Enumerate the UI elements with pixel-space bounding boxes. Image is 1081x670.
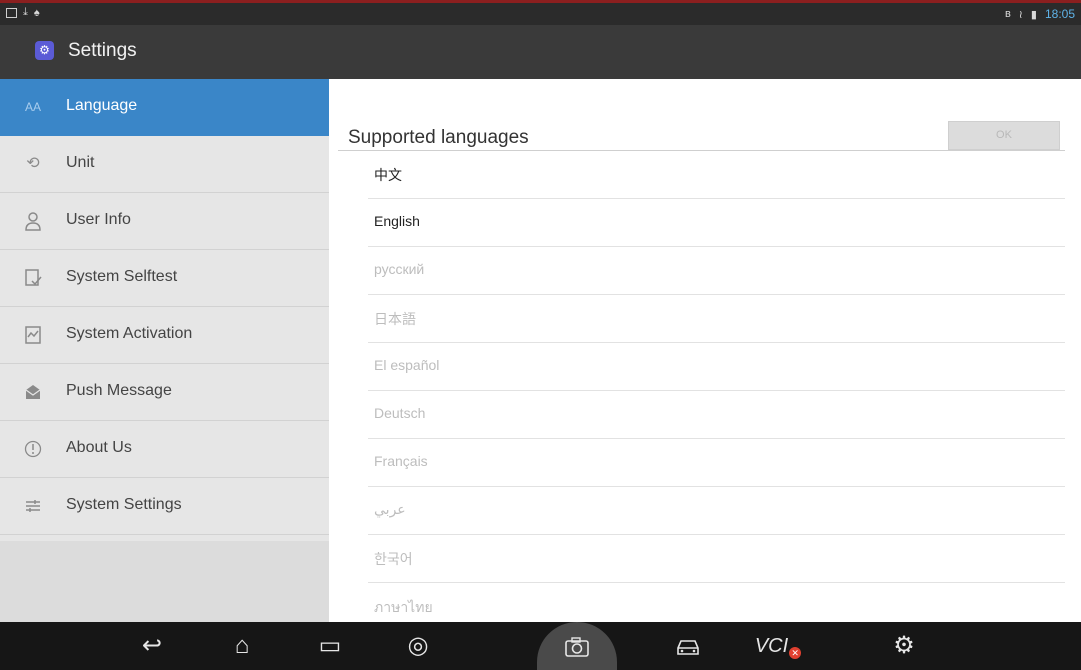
- bluetooth-icon: ʙ: [1004, 8, 1011, 20]
- activation-icon: [22, 325, 44, 345]
- vci-label: VCI: [754, 635, 789, 657]
- language-panel: Supported languages OK 中文 English русски…: [329, 79, 1081, 622]
- sidebar: AA Language ⟲ Unit User Info System Self…: [0, 79, 329, 622]
- selftest-icon: [22, 268, 44, 288]
- selftest-icon-svg: [25, 269, 42, 286]
- settings-gear-icon[interactable]: ⚙: [35, 41, 54, 60]
- user-icon: [22, 211, 44, 231]
- language-option-english[interactable]: English: [368, 199, 1065, 247]
- settings-icon[interactable]: ⚙: [880, 622, 928, 670]
- panel-title: Supported languages: [348, 127, 529, 148]
- language-label: El español: [374, 357, 440, 373]
- bottom-navigation-bar: ↩ ⌂ ▭ ◎ VCI ✕ ⚙: [0, 622, 1081, 670]
- language-option-spanish[interactable]: El español: [368, 343, 1065, 391]
- language-option-arabic[interactable]: عربي: [368, 487, 1065, 535]
- activation-icon-svg: [25, 326, 41, 344]
- language-option-russian[interactable]: русский: [368, 247, 1065, 295]
- language-label: 日本語: [374, 311, 416, 327]
- language-label: 中文: [374, 167, 402, 183]
- sidebar-item-label: About Us: [66, 439, 132, 456]
- status-bar: ⤓ ♠ ʙ ≀ ▮ 18:05: [0, 3, 1081, 25]
- sidebar-item-label: System Settings: [66, 496, 182, 513]
- usb-notification-icon: ♠: [33, 6, 40, 19]
- download-notification-icon: ⤓: [23, 6, 28, 18]
- message-icon: [22, 382, 44, 402]
- back-icon[interactable]: ↩: [128, 622, 176, 670]
- sidebar-item-push-message[interactable]: Push Message: [0, 364, 329, 421]
- car-icon[interactable]: [664, 622, 712, 670]
- status-notifications: ⤓ ♠: [6, 6, 40, 19]
- message-icon-svg: [25, 385, 41, 399]
- language-label: 한국어: [374, 551, 413, 567]
- browser-icon[interactable]: ◎: [394, 622, 442, 670]
- language-option-german[interactable]: Deutsch: [368, 391, 1065, 439]
- ok-button[interactable]: OK: [948, 121, 1060, 150]
- info-icon-svg: [24, 440, 42, 458]
- recent-apps-icon[interactable]: ▭: [306, 622, 354, 670]
- language-label: English: [374, 213, 420, 229]
- sidebar-item-user-info[interactable]: User Info: [0, 193, 329, 250]
- status-system: ʙ ≀ ▮ 18:05: [1005, 7, 1075, 21]
- sidebar-item-system-selftest[interactable]: System Selftest: [0, 250, 329, 307]
- font-size-icon: AA: [24, 100, 41, 114]
- title-bar: ⚙ Settings: [0, 25, 1081, 79]
- vci-status-button[interactable]: VCI ✕: [746, 622, 810, 670]
- sidebar-item-system-activation[interactable]: System Activation: [0, 307, 329, 364]
- language-option-korean[interactable]: 한국어: [368, 535, 1065, 583]
- sidebar-item-about-us[interactable]: About Us: [0, 421, 329, 478]
- language-option-french[interactable]: Français: [368, 439, 1065, 487]
- sliders-icon: [22, 496, 44, 516]
- language-label: Français: [374, 453, 428, 469]
- language-option-chinese[interactable]: 中文: [368, 151, 1065, 199]
- car-icon-svg: [677, 639, 699, 655]
- screenshot-notification-icon: [6, 7, 17, 18]
- sidebar-item-label: Unit: [66, 154, 95, 171]
- language-label: عربي: [374, 501, 406, 517]
- vci-disconnected-icon: ✕: [789, 647, 802, 659]
- sidebar-empty-area: [0, 541, 329, 622]
- user-icon-svg: [25, 212, 41, 231]
- camera-icon[interactable]: [553, 622, 601, 670]
- sidebar-item-label: User Info: [66, 211, 131, 228]
- camera-icon-svg: [565, 636, 589, 657]
- sidebar-item-label: System Activation: [66, 325, 193, 342]
- wifi-icon: ≀: [1018, 8, 1023, 21]
- language-option-japanese[interactable]: 日本語: [368, 295, 1065, 343]
- clock: 18:05: [1044, 7, 1075, 21]
- home-icon[interactable]: ⌂: [218, 622, 266, 670]
- language-label: ภาษาไทย: [374, 599, 433, 615]
- page-title: Settings: [68, 40, 137, 61]
- language-label: Deutsch: [374, 405, 426, 421]
- sidebar-item-system-settings[interactable]: System Settings: [0, 478, 329, 535]
- info-icon: [22, 439, 44, 459]
- language-label: русский: [374, 261, 425, 277]
- unit-convert-icon: ⟲: [26, 155, 40, 172]
- sidebar-item-unit[interactable]: ⟲ Unit: [0, 136, 329, 193]
- sliders-icon-svg: [26, 500, 40, 512]
- sidebar-item-label: System Selftest: [66, 268, 178, 285]
- sidebar-item-label: Language: [66, 97, 138, 114]
- battery-icon: ▮: [1030, 8, 1037, 21]
- sidebar-item-language[interactable]: AA Language: [0, 79, 329, 136]
- sidebar-item-label: Push Message: [66, 382, 172, 399]
